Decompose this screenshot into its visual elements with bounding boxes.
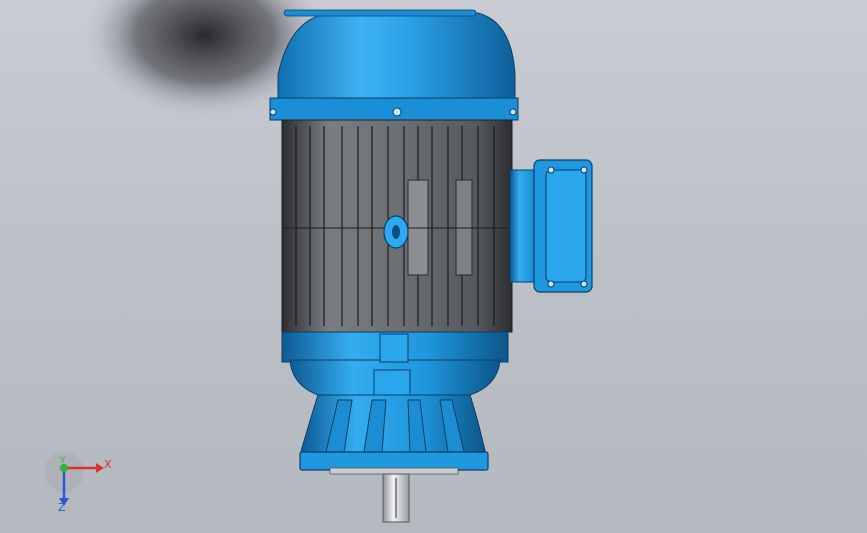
- cover-screw: [392, 107, 402, 117]
- cad-viewport[interactable]: X Y Z: [0, 0, 867, 533]
- terminal-box-screw: [547, 166, 555, 174]
- motor-model[interactable]: [0, 0, 867, 533]
- terminal-boss: [379, 333, 409, 363]
- cover-screw: [509, 108, 517, 116]
- x-axis-label: X: [104, 458, 112, 471]
- terminal-box-screw: [580, 166, 588, 174]
- lifting-eye-hole: [392, 225, 400, 239]
- fan-cover-rim: [283, 9, 477, 17]
- flange-spigot: [329, 467, 459, 475]
- terminal-box-screw: [580, 280, 588, 288]
- axis-triad: X Y Z: [40, 450, 130, 525]
- y-axis-label: Y: [60, 456, 66, 466]
- mounting-flange: [299, 451, 489, 471]
- terminal-box-screw: [547, 280, 555, 288]
- fan-cover-dome: [277, 12, 516, 111]
- terminal-box-lid: [545, 169, 587, 283]
- x-axis-arrow: [96, 463, 104, 473]
- z-axis-label: Z: [58, 501, 66, 514]
- cover-screw: [269, 108, 277, 116]
